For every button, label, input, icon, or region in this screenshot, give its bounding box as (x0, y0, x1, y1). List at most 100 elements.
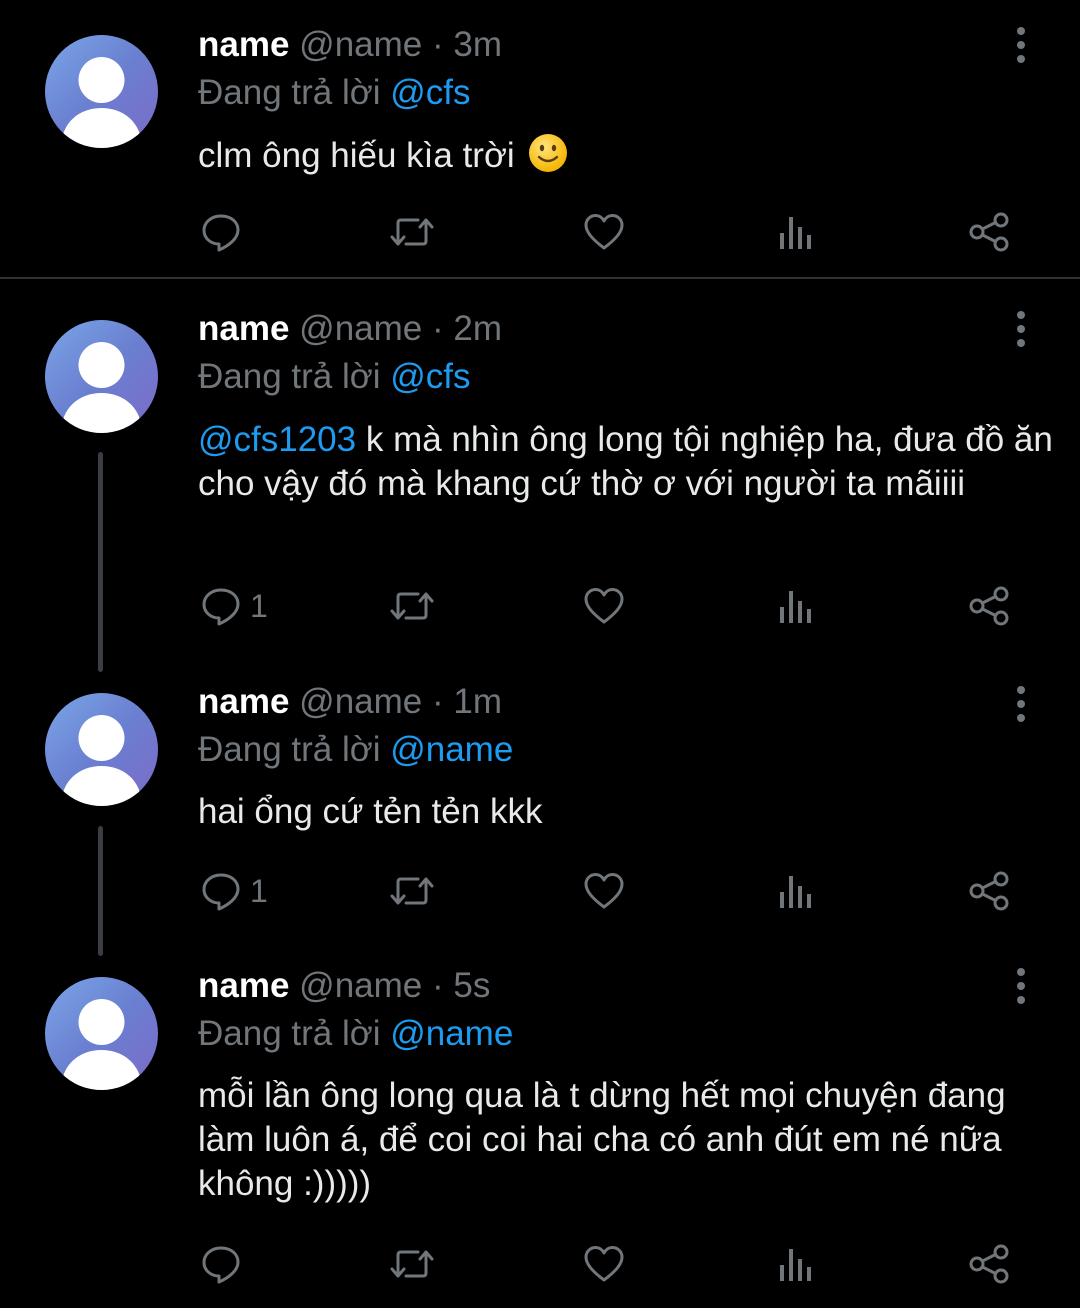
more-options-icon (1017, 968, 1025, 1004)
reply-icon (202, 1246, 240, 1284)
views-button[interactable] (778, 866, 814, 916)
tweet-actions: 1 (0, 581, 1080, 631)
replying-to-mention[interactable]: @cfs (390, 357, 470, 396)
retweet-button[interactable] (388, 207, 444, 257)
retweet-icon (390, 1250, 434, 1278)
more-options-button[interactable] (1007, 684, 1035, 724)
tweet-text-content: hai ổng cứ tẻn tẻn kkk (198, 792, 543, 831)
display-name[interactable]: name (198, 25, 289, 64)
replying-to-label: Đang trả lời (198, 73, 381, 112)
retweet-icon (390, 218, 434, 246)
tweet[interactable]: name @name · 1m Đang trả lời @name hai ổ… (0, 664, 1080, 954)
default-user-icon (61, 999, 142, 1090)
replying-to-label: Đang trả lời (198, 357, 381, 396)
replying-to-mention[interactable]: @cfs (390, 73, 470, 112)
views-icon (780, 591, 811, 623)
separator-dot: · (432, 966, 444, 1005)
share-button[interactable] (968, 866, 1010, 916)
heart-icon (584, 873, 624, 909)
views-button[interactable] (778, 581, 814, 631)
tweet-text-content: clm ông hiếu kìa trời (198, 136, 515, 175)
default-user-icon (61, 342, 142, 433)
heart-icon (584, 1246, 624, 1282)
user-handle[interactable]: @name (299, 309, 422, 348)
retweet-icon (390, 592, 434, 620)
views-icon (780, 1249, 811, 1281)
tweet-header: name @name · 5s (198, 966, 490, 1006)
tweet-text: hai ổng cứ tẻn tẻn kkk (198, 790, 1058, 834)
replying-to: Đang trả lời @name (198, 1014, 513, 1054)
timestamp[interactable]: 2m (453, 309, 502, 348)
tweet[interactable]: name @name · 5s Đang trả lời @name mỗi l… (0, 954, 1080, 1308)
tweet-text: mỗi lần ông long qua là t dừng hết mọi c… (198, 1074, 1058, 1206)
replying-to-label: Đang trả lời (198, 730, 381, 769)
avatar[interactable] (45, 320, 158, 433)
share-icon (969, 212, 1009, 252)
reply-icon (202, 214, 240, 252)
more-options-icon (1017, 27, 1025, 63)
more-options-icon (1017, 311, 1025, 347)
retweet-button[interactable] (388, 1239, 444, 1289)
views-button[interactable] (778, 1239, 814, 1289)
display-name[interactable]: name (198, 966, 289, 1005)
share-icon (969, 1244, 1009, 1284)
tweet-header: name @name · 1m (198, 682, 502, 722)
replying-to-mention[interactable]: @name (390, 1014, 513, 1053)
tweet-text-content: mỗi lần ông long qua là t dừng hết mọi c… (198, 1076, 1006, 1203)
replying-to: Đang trả lời @cfs (198, 73, 470, 113)
default-user-icon (61, 57, 142, 148)
more-options-button[interactable] (1007, 966, 1035, 1006)
default-user-icon (61, 715, 142, 806)
user-handle[interactable]: @name (299, 966, 422, 1005)
reply-count: 1 (250, 587, 268, 624)
like-button[interactable] (582, 866, 634, 916)
reply-button[interactable] (200, 1239, 250, 1289)
more-options-button[interactable] (1007, 25, 1035, 65)
heart-icon (584, 588, 624, 624)
user-handle[interactable]: @name (299, 682, 422, 721)
tweet-header: name @name · 3m (198, 25, 502, 65)
heart-icon (584, 214, 624, 250)
tweet-mention[interactable]: @cfs1203 (198, 420, 356, 459)
more-options-button[interactable] (1007, 309, 1035, 349)
user-handle[interactable]: @name (299, 25, 422, 64)
share-button[interactable] (968, 581, 1010, 631)
tweet-header: name @name · 2m (198, 309, 502, 349)
tweet-text: @cfs1203 k mà nhìn ông long tội nghiệp h… (198, 418, 1058, 506)
display-name[interactable]: name (198, 309, 289, 348)
views-button[interactable] (778, 207, 814, 257)
replying-to: Đang trả lời @cfs (198, 357, 470, 397)
slightly-smiling-face-icon (529, 134, 568, 172)
timestamp[interactable]: 1m (453, 682, 502, 721)
replying-to-mention[interactable]: @name (390, 730, 513, 769)
share-button[interactable] (968, 1239, 1010, 1289)
reply-button[interactable]: 1 (200, 581, 268, 631)
separator-dot: · (432, 25, 444, 64)
reply-icon (202, 588, 240, 626)
retweet-button[interactable] (388, 581, 444, 631)
tweet-actions (0, 207, 1080, 257)
separator-dot: · (432, 682, 444, 721)
reply-icon (202, 873, 240, 911)
avatar[interactable] (45, 693, 158, 806)
views-icon (780, 217, 811, 249)
retweet-button[interactable] (388, 866, 444, 916)
reply-button[interactable]: 1 (200, 866, 268, 916)
display-name[interactable]: name (198, 682, 289, 721)
views-icon (780, 876, 811, 908)
timestamp[interactable]: 3m (453, 25, 502, 64)
share-button[interactable] (968, 207, 1010, 257)
like-button[interactable] (582, 1239, 634, 1289)
separator-dot: · (432, 309, 444, 348)
reply-button[interactable] (200, 207, 250, 257)
tweet[interactable]: name @name · 3m Đang trả lời @cfs clm ôn… (0, 0, 1080, 277)
tweet-actions (0, 1239, 1080, 1289)
timestamp[interactable]: 5s (453, 966, 490, 1005)
tweet-actions: 1 (0, 866, 1080, 916)
tweet[interactable]: name @name · 2m Đang trả lời @cfs @cfs12… (0, 279, 1080, 664)
like-button[interactable] (582, 207, 634, 257)
avatar[interactable] (45, 35, 158, 148)
retweet-icon (390, 877, 434, 905)
like-button[interactable] (582, 581, 634, 631)
avatar[interactable] (45, 977, 158, 1090)
